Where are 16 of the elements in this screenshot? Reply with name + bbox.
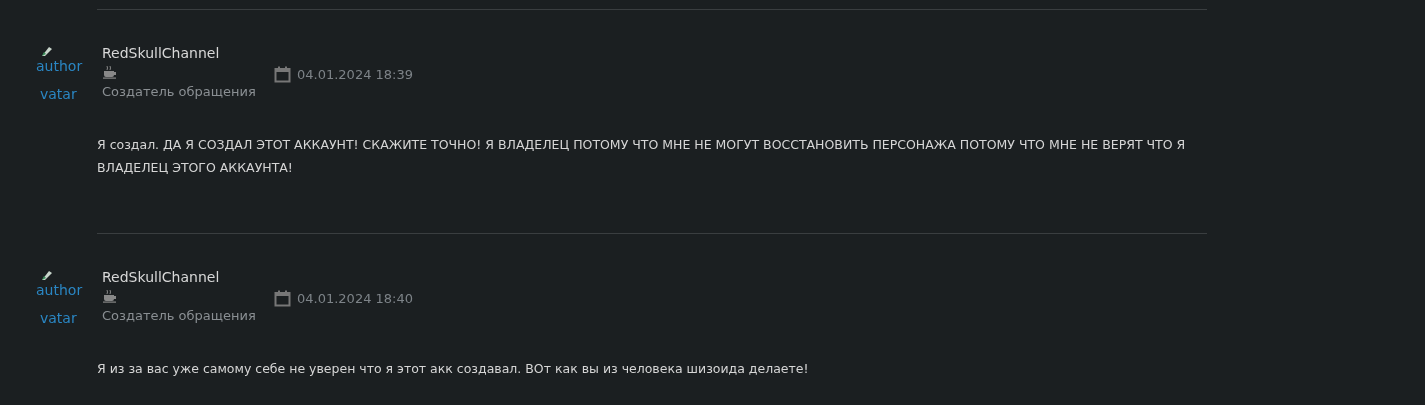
avatar-alt-text: author: [36, 57, 83, 76]
author-role: Создатель обращения: [102, 308, 256, 323]
message-text: Я из за вас уже самому себе не уверен что я этот акк создавал. ВОт как вы из человека шизоида делаете!: [97, 360, 810, 378]
author-name[interactable]: RedSkullChannel: [102, 268, 220, 286]
coffee-cup-icon: [102, 65, 118, 79]
author-name[interactable]: RedSkullChannel: [102, 44, 220, 62]
avatar-alt-text: author: [36, 281, 83, 300]
post-date: 04.01.2024 18:39: [297, 66, 414, 82]
avatar-alt-text: vatar: [40, 85, 77, 104]
post-date: 04.01.2024 18:40: [297, 290, 414, 306]
author-role: Создатель обращения: [102, 84, 256, 99]
calendar-icon: [274, 65, 291, 83]
coffee-cup-icon: [102, 289, 118, 303]
avatar-alt-text: vatar: [40, 309, 77, 328]
message-text: Я создал. ДА Я СОЗДАЛ ЭТОТ АККАУНТ! СКАЖИТЕ ТОЧНО! Я ВЛАДЕЛЕЦ ПОТОМУ ЧТО МНЕ НЕ МОГУТ ВОССТАНОВИТЬ ПЕРСОНАЖА ПОТОМУ ЧТО МНЕ НЕ ВЕРЯТ ЧТО Я ВЛАДЕЛЕЦ ЭТОГО АККАУНТА!: [97, 136, 1187, 177]
calendar-icon: [274, 289, 291, 307]
